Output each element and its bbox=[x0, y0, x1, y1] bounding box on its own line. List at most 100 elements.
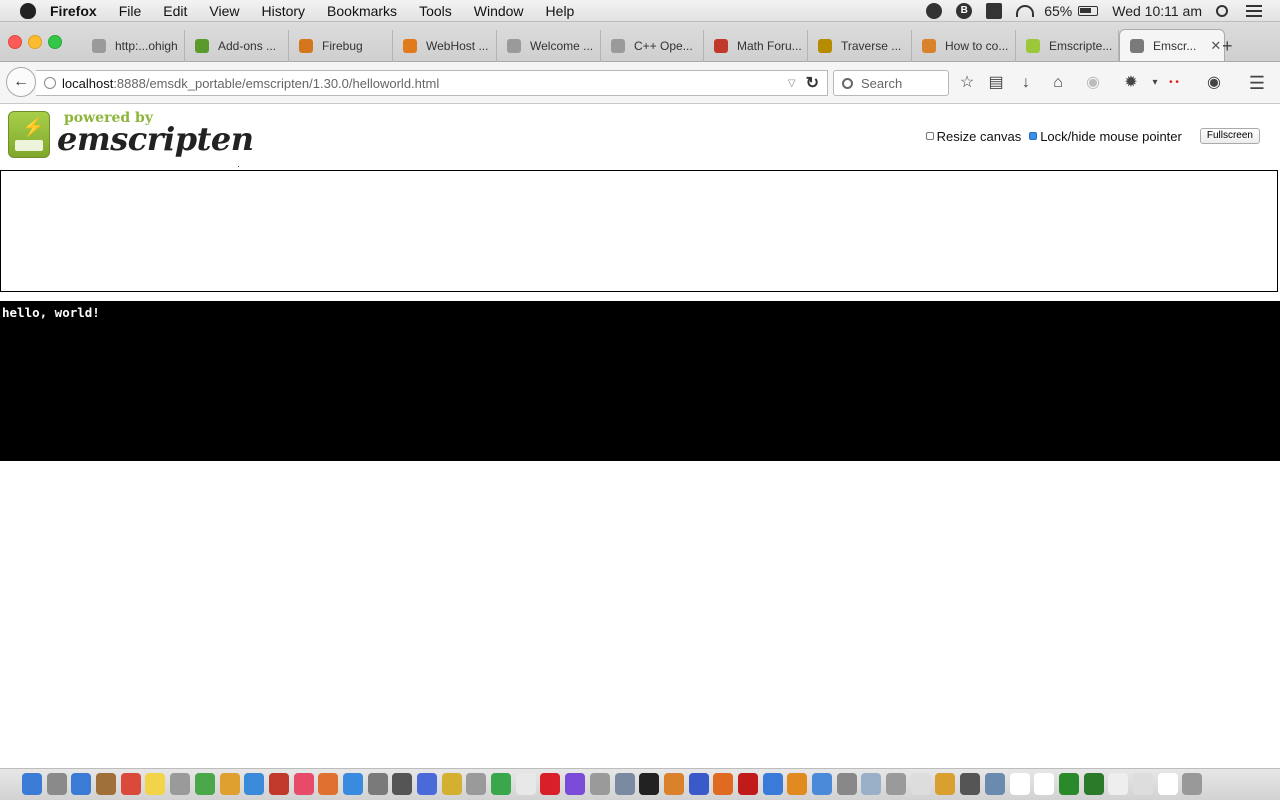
dock-app-icon[interactable] bbox=[1034, 773, 1055, 795]
fullscreen-button[interactable]: Fullscreen bbox=[1199, 128, 1260, 144]
site-identity-icon[interactable] bbox=[44, 77, 56, 89]
dock-app-icon[interactable] bbox=[1108, 773, 1129, 795]
chat-icon[interactable]: ◉ bbox=[1204, 73, 1224, 93]
dock-app-icon[interactable] bbox=[71, 773, 92, 795]
tab-item[interactable]: Firebug bbox=[289, 30, 393, 62]
dock-app-icon[interactable] bbox=[120, 773, 141, 795]
dock-app-icon[interactable] bbox=[984, 773, 1005, 795]
dock-app-icon[interactable] bbox=[145, 773, 166, 795]
screen-icon[interactable] bbox=[986, 3, 1003, 19]
tab-item[interactable]: Emscr... ✕ bbox=[1119, 29, 1225, 61]
menu-history[interactable]: History bbox=[261, 3, 305, 19]
menu-edit[interactable]: Edit bbox=[163, 3, 187, 19]
dock-app-icon[interactable] bbox=[466, 773, 487, 795]
tab-item[interactable]: How to co... bbox=[912, 30, 1016, 62]
dock-app-icon[interactable] bbox=[812, 773, 832, 795]
dock-app-icon[interactable] bbox=[268, 773, 289, 795]
dock-app-icon[interactable] bbox=[663, 773, 684, 795]
wifi-icon[interactable] bbox=[1016, 5, 1035, 17]
url-bar[interactable]: localhost:8888/emsdk_portable/emscripten… bbox=[36, 70, 828, 96]
window-minimize-button[interactable] bbox=[28, 35, 42, 49]
dock-app-icon[interactable] bbox=[491, 773, 512, 795]
dock-app-icon[interactable] bbox=[540, 773, 561, 795]
dock-app-icon[interactable] bbox=[935, 773, 956, 795]
dock-app-icon[interactable] bbox=[1132, 773, 1153, 795]
resize-canvas-checkbox[interactable] bbox=[925, 132, 934, 140]
dock-app-icon[interactable] bbox=[244, 773, 265, 795]
dock-app-icon[interactable] bbox=[960, 773, 981, 795]
new-tab-button[interactable]: + bbox=[1222, 36, 1233, 57]
tab-item[interactable]: Math Foru... bbox=[704, 30, 808, 62]
emscripten-logo-icon[interactable]: ⚡ bbox=[8, 111, 50, 158]
menu-clock[interactable]: Wed 10:11 am bbox=[1112, 3, 1202, 19]
window-zoom-button[interactable] bbox=[48, 35, 62, 49]
dock-app-icon[interactable] bbox=[762, 773, 783, 795]
tab-item[interactable]: Emscripte... bbox=[1016, 30, 1119, 62]
window-close-button[interactable] bbox=[8, 35, 22, 49]
dock-app-icon[interactable] bbox=[515, 773, 536, 795]
reading-list-icon[interactable]: ▤ bbox=[986, 73, 1006, 93]
url-text[interactable]: localhost:8888/emsdk_portable/emscripten… bbox=[62, 76, 788, 91]
dock-app-icon[interactable] bbox=[441, 773, 462, 795]
hello-icon[interactable]: ◉ bbox=[1083, 73, 1103, 93]
dock-app-icon[interactable] bbox=[194, 773, 215, 795]
firebug-dropdown-icon[interactable]: ▾ bbox=[1145, 73, 1165, 93]
tab-item[interactable]: C++ Ope... bbox=[601, 30, 704, 62]
dock-app-icon[interactable] bbox=[886, 773, 907, 795]
menu-bookmarks[interactable]: Bookmarks bbox=[327, 3, 397, 19]
resize-canvas-option[interactable]: Resize canvas bbox=[925, 129, 1021, 144]
dock-app-icon[interactable] bbox=[688, 773, 709, 795]
dock-app-icon[interactable] bbox=[836, 773, 857, 795]
dock-app-icon[interactable] bbox=[219, 773, 240, 795]
dock-app-icon[interactable] bbox=[46, 773, 67, 795]
logo-brand[interactable]: emscripten bbox=[57, 120, 254, 158]
dock-app-icon[interactable] bbox=[342, 773, 363, 795]
dock-app-icon[interactable] bbox=[367, 773, 388, 795]
dock-app-icon[interactable] bbox=[1009, 773, 1030, 795]
tab-item[interactable]: Add-ons ... bbox=[185, 30, 289, 62]
search-input[interactable]: Search bbox=[833, 70, 949, 96]
dock-app-icon[interactable] bbox=[318, 773, 339, 795]
dock-app-icon[interactable] bbox=[22, 773, 42, 795]
dock-app-icon[interactable] bbox=[1083, 773, 1104, 795]
dock-app-icon[interactable] bbox=[417, 773, 437, 795]
spotlight-icon[interactable] bbox=[1216, 5, 1228, 17]
tab-item[interactable]: Traverse ... bbox=[808, 30, 912, 62]
tab-item[interactable]: WebHost ... bbox=[393, 30, 497, 62]
dock-app-icon[interactable] bbox=[910, 773, 931, 795]
dock-app-icon[interactable] bbox=[565, 773, 586, 795]
dock-app-icon[interactable] bbox=[589, 773, 610, 795]
back-button[interactable]: ← bbox=[6, 67, 36, 97]
menu-file[interactable]: File bbox=[119, 3, 142, 19]
menu-view[interactable]: View bbox=[209, 3, 239, 19]
apple-icon[interactable] bbox=[20, 2, 36, 19]
downloads-icon[interactable]: ↓ bbox=[1016, 73, 1036, 93]
dock-app-icon[interactable] bbox=[713, 773, 734, 795]
tab-item[interactable]: Welcome ... bbox=[497, 30, 601, 62]
bookmark-star-icon[interactable]: ☆ bbox=[957, 73, 977, 93]
url-history-dropdown-icon[interactable]: ▽ bbox=[788, 78, 796, 89]
sync-status-icon[interactable] bbox=[926, 3, 943, 19]
menu-window[interactable]: Window bbox=[474, 3, 524, 19]
dock-app-icon[interactable] bbox=[96, 773, 117, 795]
menu-app-firefox[interactable]: Firefox bbox=[50, 3, 97, 19]
menu-help[interactable]: Help bbox=[546, 3, 575, 19]
dock-app-icon[interactable] bbox=[787, 773, 808, 795]
dock-app-icon[interactable] bbox=[1182, 773, 1203, 795]
tab-close-icon[interactable]: ✕ bbox=[1210, 38, 1221, 54]
tab-item[interactable]: http:...ohigh bbox=[82, 30, 185, 62]
addon-indicator-icon[interactable]: • • bbox=[1164, 73, 1184, 93]
home-icon[interactable]: ⌂ bbox=[1048, 73, 1068, 93]
battery-icon[interactable] bbox=[1078, 6, 1099, 16]
lock-pointer-option[interactable]: Lock/hide mouse pointer bbox=[1029, 129, 1182, 144]
dock-app-icon[interactable] bbox=[639, 773, 660, 795]
dock-app-icon[interactable] bbox=[861, 773, 882, 795]
dock-app-icon[interactable] bbox=[737, 773, 758, 795]
dock-app-icon[interactable] bbox=[614, 773, 635, 795]
menu-tools[interactable]: Tools bbox=[419, 3, 452, 19]
dock-app-icon[interactable] bbox=[293, 773, 314, 795]
console-output[interactable]: hello, world! bbox=[0, 301, 1280, 461]
dock-app-icon[interactable] bbox=[1157, 773, 1178, 795]
hamburger-menu-icon[interactable]: ☰ bbox=[1247, 73, 1267, 93]
emscripten-canvas[interactable] bbox=[0, 170, 1278, 292]
